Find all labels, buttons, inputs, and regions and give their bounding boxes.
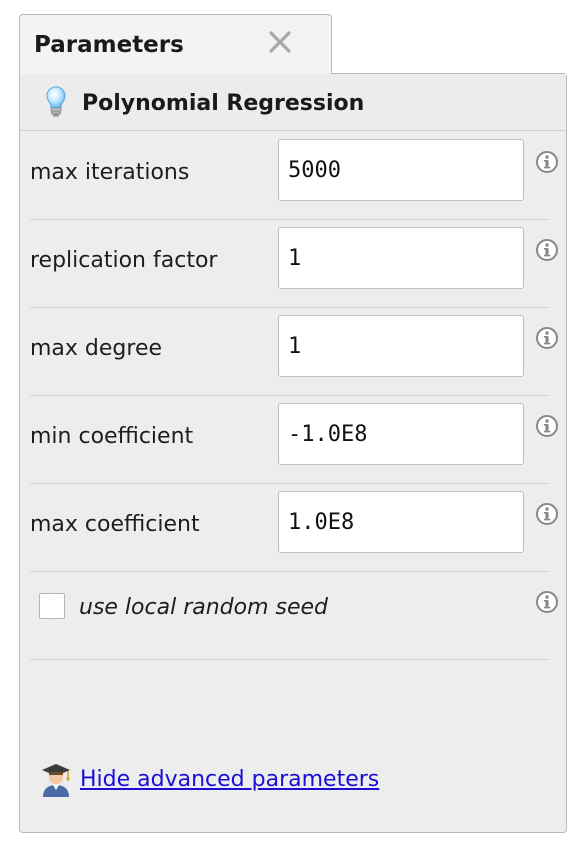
- info-icon[interactable]: [535, 238, 559, 262]
- param-label: max coefficient: [30, 512, 200, 537]
- lightbulb-icon: [46, 86, 66, 117]
- hide-advanced-parameters-link[interactable]: Hide advanced parameters: [80, 767, 379, 792]
- param-row-min-coefficient: min coefficient: [30, 395, 558, 484]
- param-label: replication factor: [30, 248, 218, 273]
- info-icon[interactable]: [535, 414, 559, 438]
- param-label: max degree: [30, 336, 163, 361]
- info-icon[interactable]: [535, 326, 559, 350]
- max-iterations-input[interactable]: [278, 139, 524, 201]
- parameters-tab[interactable]: Parameters: [19, 14, 332, 74]
- min-coefficient-input[interactable]: [278, 403, 524, 465]
- operator-title: Polynomial Regression: [82, 91, 365, 116]
- param-row-replication-factor: replication factor: [30, 219, 558, 308]
- advanced-parameters-toggle[interactable]: Hide advanced parameters: [40, 762, 460, 798]
- operator-header: Polynomial Regression: [20, 74, 566, 131]
- param-row-use-local-random-seed: use local random seed: [30, 571, 558, 660]
- parameters-panel: Polynomial Regression max iterations rep…: [19, 73, 567, 833]
- use-local-random-seed-checkbox[interactable]: [39, 593, 65, 619]
- tab-title: Parameters: [34, 32, 184, 58]
- checkbox-label[interactable]: use local random seed: [79, 595, 328, 620]
- param-row-max-coefficient: max coefficient: [30, 483, 558, 572]
- replication-factor-input[interactable]: [278, 227, 524, 289]
- param-row-max-degree: max degree: [30, 307, 558, 396]
- info-icon[interactable]: [535, 590, 559, 614]
- max-coefficient-input[interactable]: [278, 491, 524, 553]
- param-label: max iterations: [30, 160, 190, 185]
- info-icon[interactable]: [535, 150, 559, 174]
- student-icon: [42, 764, 70, 797]
- close-icon[interactable]: [266, 28, 294, 56]
- info-icon[interactable]: [535, 502, 559, 526]
- param-label: min coefficient: [30, 424, 194, 449]
- max-degree-input[interactable]: [278, 315, 524, 377]
- param-row-max-iterations: max iterations: [30, 131, 558, 220]
